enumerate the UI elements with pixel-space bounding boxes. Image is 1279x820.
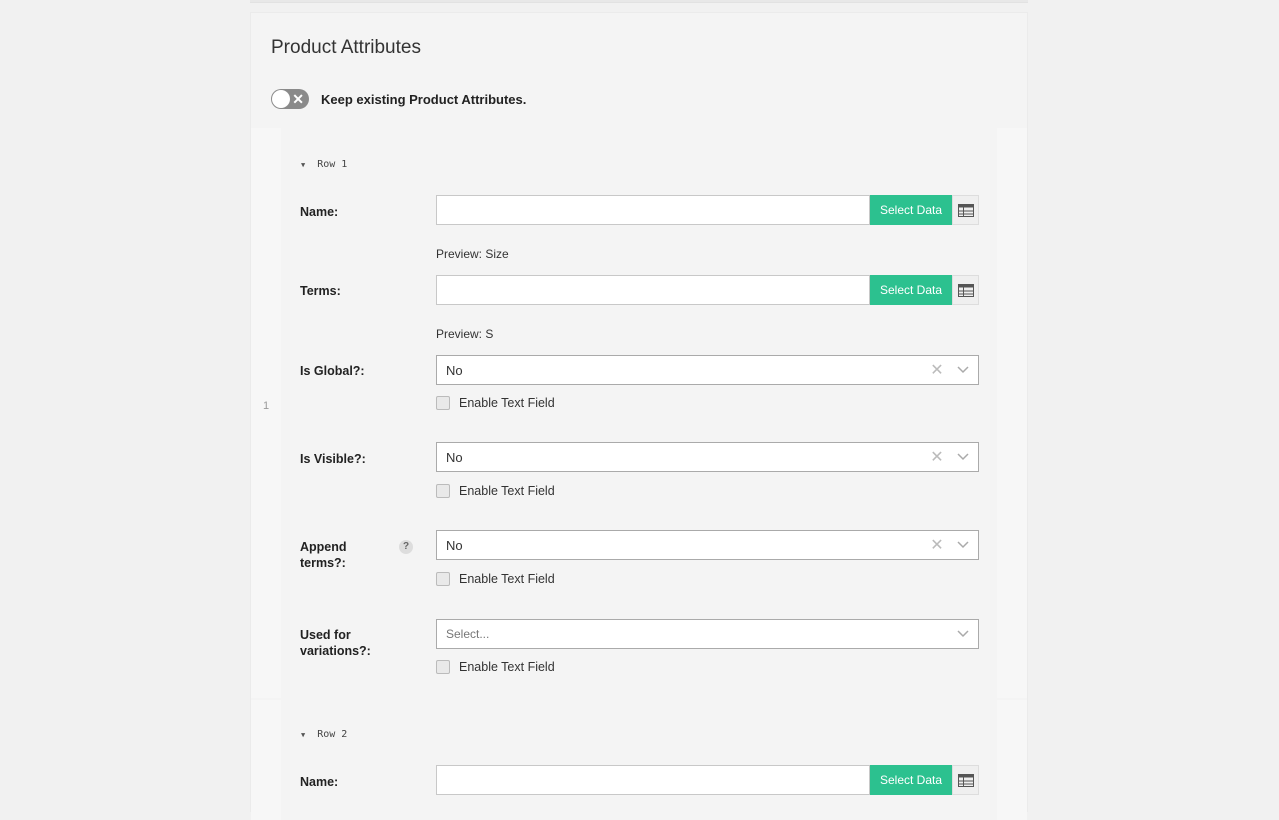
is-visible-enable-text-checkbox[interactable] [436,484,450,498]
x-icon: ✕ [292,91,304,107]
is-visible-value: No [446,449,463,465]
name-input[interactable] [436,765,870,795]
used-for-variations-placeholder: Select... [446,627,490,641]
is-global-label: Is Global?: [300,364,365,378]
name-input-group: Select Data [436,195,979,225]
is-visible-enable-text-row: Enable Text Field [436,484,555,498]
terms-label: Terms: [300,284,341,298]
row-2-title: Row 2 [317,729,348,740]
append-terms-label-line1: Append [300,540,347,554]
name-label: Name: [300,775,339,789]
keep-attributes-toggle-row: ✕ Keep existing Product Attributes. [271,89,526,109]
name-select-data-button[interactable]: Select Data [870,195,952,225]
is-global-enable-text-label: Enable Text Field [459,396,555,410]
name-label: Name: [300,205,339,219]
section-title: Product Attributes [271,37,421,58]
row-1-content: ▼ Row 1 Name: Select Data Preview: Size … [281,128,997,698]
terms-preview: Preview: S [436,327,494,341]
close-icon[interactable]: ✕ [926,360,948,380]
used-for-variations-enable-text-label: Enable Text Field [459,660,555,674]
append-terms-label-line2: terms?: [300,556,346,570]
table-icon[interactable] [952,195,979,225]
name-input-group: Select Data [436,765,979,795]
row-index: 1 [263,400,270,412]
terms-input-group: Select Data [436,275,979,305]
is-visible-enable-text-label: Enable Text Field [459,484,555,498]
is-visible-label: Is Visible?: [300,452,366,466]
name-input[interactable] [436,195,870,225]
toggle-knob [272,90,290,108]
is-global-enable-text-row: Enable Text Field [436,396,555,410]
is-global-enable-text-checkbox[interactable] [436,396,450,410]
table-icon[interactable] [952,765,979,795]
is-global-select[interactable]: No ✕ [436,355,979,385]
is-global-value: No [446,362,463,378]
table-icon[interactable] [952,275,979,305]
append-terms-enable-text-checkbox[interactable] [436,572,450,586]
used-for-variations-label: Used for variations?: [300,627,371,659]
keep-attributes-label: Keep existing Product Attributes. [321,91,527,107]
chevron-down-icon[interactable] [948,541,978,549]
name-preview: Preview: Size [436,247,509,261]
help-icon[interactable]: ? [399,540,413,554]
attribute-row-2: ▼ Row 2 Name: Select Data [251,700,1027,820]
close-icon[interactable]: ✕ [926,535,948,555]
used-for-variations-select[interactable]: Select... [436,619,979,649]
keep-attributes-toggle[interactable]: ✕ [271,89,309,109]
row-2-header[interactable]: ▼ Row 2 [301,729,347,740]
name-select-data-button[interactable]: Select Data [870,765,952,795]
append-terms-enable-text-row: Enable Text Field [436,572,555,586]
terms-input[interactable] [436,275,870,305]
row-2-content: ▼ Row 2 Name: Select Data [281,700,997,820]
chevron-down-icon[interactable] [948,453,978,461]
used-for-variations-label-line1: Used for [300,628,351,642]
close-icon[interactable]: ✕ [926,447,948,467]
caret-down-icon: ▼ [301,160,306,169]
product-attributes-panel: Product Attributes ✕ Keep existing Produ… [250,12,1028,820]
top-divider [250,0,1028,3]
used-for-variations-enable-text-row: Enable Text Field [436,660,555,674]
caret-down-icon: ▼ [301,730,306,739]
row-1-title: Row 1 [317,159,348,170]
chevron-down-icon[interactable] [948,630,978,638]
attribute-row-1: 1 ▼ Row 1 Name: Select Data Preview: Siz… [251,128,1027,698]
terms-select-data-button[interactable]: Select Data [870,275,952,305]
chevron-down-icon[interactable] [948,366,978,374]
used-for-variations-enable-text-checkbox[interactable] [436,660,450,674]
used-for-variations-label-line2: variations?: [300,644,371,658]
row-1-header[interactable]: ▼ Row 1 [301,159,347,170]
append-terms-enable-text-label: Enable Text Field [459,572,555,586]
append-terms-value: No [446,537,463,553]
is-visible-select[interactable]: No ✕ [436,442,979,472]
append-terms-label: Append terms?: [300,539,347,571]
append-terms-select[interactable]: No ✕ [436,530,979,560]
